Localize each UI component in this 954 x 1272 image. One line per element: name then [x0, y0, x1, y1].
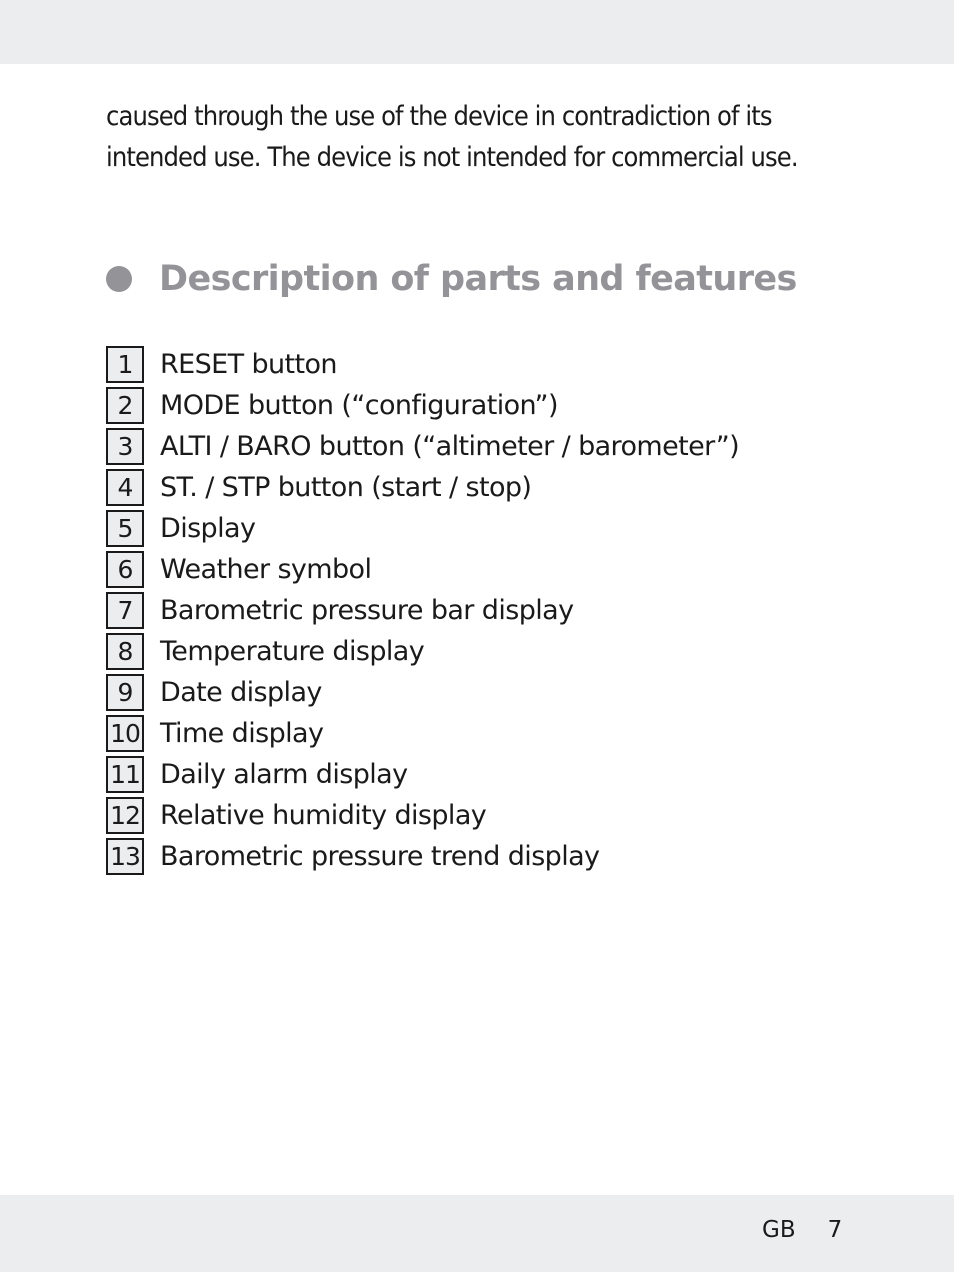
part-label: Barometric pressure bar display — [160, 595, 574, 626]
part-label: Date display — [160, 677, 322, 708]
part-item: 11 Daily alarm display — [106, 754, 739, 795]
part-number-box: 13 — [106, 838, 144, 875]
part-number-box: 9 — [106, 674, 144, 711]
intro-line: caused through the use of the device in … — [106, 101, 773, 132]
section-heading: Description of parts and features — [106, 254, 797, 304]
part-number-box: 11 — [106, 756, 144, 793]
part-number-box: 7 — [106, 592, 144, 629]
part-label: RESET button — [160, 349, 338, 380]
part-item: 6 Weather symbol — [106, 549, 739, 590]
language-code: GB — [762, 1217, 796, 1243]
intro-paragraph: caused through the use of the device in … — [106, 96, 906, 178]
part-item: 8 Temperature display — [106, 631, 739, 672]
part-label: Daily alarm display — [160, 759, 408, 790]
part-label: MODE button (“configuration”) — [160, 390, 558, 421]
part-number-box: 12 — [106, 797, 144, 834]
part-label: Weather symbol — [160, 554, 372, 585]
part-number-box: 6 — [106, 551, 144, 588]
part-item: 13 Barometric pressure trend display — [106, 836, 739, 877]
part-label: ALTI / BARO button (“altimeter / baromet… — [160, 431, 740, 462]
part-item: 3 ALTI / BARO button (“altimeter / barome… — [106, 426, 740, 467]
part-item: 9 Date display — [106, 672, 739, 713]
section-title: Description of parts and features — [159, 259, 797, 299]
part-item: 5 Display — [106, 508, 739, 549]
bullet-circle-icon — [106, 266, 132, 292]
intro-line: intended use. The device is not intended… — [106, 142, 799, 173]
part-item: 7 Barometric pressure bar display — [106, 590, 739, 631]
part-number-box: 3 — [106, 428, 144, 465]
part-number-box: 1 — [106, 346, 144, 383]
header-band — [0, 0, 954, 64]
part-label: ST. / STP button (start / stop) — [160, 472, 532, 503]
part-label: Display — [160, 513, 256, 544]
part-label: Barometric pressure trend display — [160, 841, 600, 872]
part-number-box: 10 — [106, 715, 144, 752]
part-label: Time display — [160, 718, 324, 749]
part-number-box: 5 — [106, 510, 144, 547]
part-label: Temperature display — [160, 636, 425, 667]
part-number-box: 2 — [106, 387, 144, 424]
part-item: 2 MODE button (“configuration”) — [106, 385, 739, 426]
part-item: 10 Time display — [106, 713, 739, 754]
part-number-box: 8 — [106, 633, 144, 670]
part-item: 12 Relative humidity display — [106, 795, 739, 836]
parts-list: 1 RESET button 2 MODE button (“configurati… — [106, 344, 740, 877]
page-footer: GB 7 — [762, 1217, 842, 1243]
part-item: 4 ST. / STP button (start / stop) — [106, 467, 739, 508]
page-number: 7 — [827, 1217, 843, 1243]
part-number-box: 4 — [106, 469, 144, 506]
part-label: Relative humidity display — [160, 800, 487, 831]
part-item: 1 RESET button — [106, 344, 739, 385]
